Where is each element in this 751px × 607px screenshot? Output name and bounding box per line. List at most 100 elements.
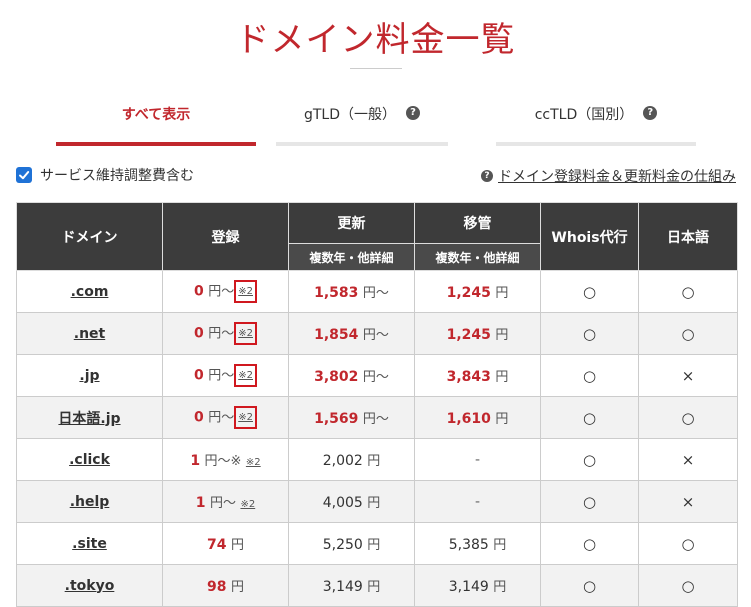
footnote-link[interactable]: ※2 <box>234 406 257 429</box>
renew-price-cell: 3,802 円〜 <box>288 354 415 397</box>
whois-availability: ○ <box>582 450 597 469</box>
domain-link[interactable]: .tokyo <box>65 578 115 594</box>
table-row: .net 0 円〜 ※2 1,854 円〜 1,245 円 ○ ○ <box>16 312 738 355</box>
whois-availability: ○ <box>582 534 597 553</box>
transfer-price: - <box>474 493 481 510</box>
header-renew-details-link[interactable]: 複数年・他詳細 <box>288 243 415 271</box>
renew-price-cell: 2,002 円 <box>288 438 415 481</box>
renew-price: 3,149 <box>322 579 363 595</box>
renew-price: 2,002 <box>322 453 363 469</box>
domain-cell: .jp <box>16 354 163 397</box>
transfer-unit: 円 <box>493 580 507 595</box>
renew-price-cell: 4,005 円 <box>288 480 415 523</box>
renew-unit: 円 <box>367 454 381 469</box>
transfer-price: 1,245 <box>446 327 491 343</box>
footnote-link[interactable]: ※2 <box>234 364 257 387</box>
japanese-cell: ○ <box>638 564 738 607</box>
renew-unit: 円〜 <box>362 286 389 301</box>
tab-underline <box>496 142 696 146</box>
domain-link[interactable]: .net <box>74 326 105 342</box>
renew-price-cell: 3,149 円 <box>288 564 415 607</box>
header-whois: Whois代行 <box>540 202 639 271</box>
service-fee-option[interactable]: サービス維持調整費含む <box>16 165 194 185</box>
register-price: 98 <box>207 579 227 595</box>
whois-cell: ○ <box>540 270 639 313</box>
domain-cell: .com <box>16 270 163 313</box>
renew-price: 1,569 <box>314 411 359 427</box>
footnote-link[interactable]: ※2 <box>246 457 261 468</box>
japanese-cell: × <box>638 438 738 481</box>
pricing-help-link-label: ドメイン登録料金＆更新料金の仕組み <box>498 169 736 185</box>
domain-link[interactable]: .site <box>72 536 107 552</box>
domain-link[interactable]: .help <box>70 494 110 510</box>
transfer-price: - <box>474 451 481 468</box>
question-icon[interactable]: ? <box>406 106 421 120</box>
header-transfer: 移管 <box>414 202 541 244</box>
renew-price-cell: 1,854 円〜 <box>288 312 415 355</box>
japanese-cell: ○ <box>638 522 738 565</box>
whois-cell: ○ <box>540 480 639 523</box>
register-price-cell: 74 円 <box>162 522 289 565</box>
table-row: .tokyo 98 円 3,149 円 3,149 円 ○ ○ <box>16 564 738 607</box>
renew-unit: 円〜 <box>362 328 389 343</box>
register-price: 1 <box>190 453 201 469</box>
domain-cell: .help <box>16 480 163 523</box>
register-price-cell: 1 円〜※ ※2 <box>162 438 289 481</box>
japanese-cell: × <box>638 354 738 397</box>
renew-price: 1,854 <box>314 327 359 343</box>
tab-0[interactable]: すべて表示 <box>56 104 256 146</box>
register-price: 0 <box>194 283 204 300</box>
table-row: .com 0 円〜 ※2 1,583 円〜 1,245 円 ○ ○ <box>16 270 738 313</box>
transfer-price-cell: 3,149 円 <box>414 564 541 607</box>
japanese-availability: × <box>681 366 695 385</box>
register-price: 74 <box>207 537 227 553</box>
transfer-price: 3,149 <box>448 579 489 595</box>
register-price-cell: 1 円〜 ※2 <box>162 480 289 523</box>
japanese-availability: ○ <box>681 324 695 343</box>
footnote-link[interactable]: ※2 <box>240 499 255 510</box>
tab-label: ccTLD（国別） <box>534 107 634 123</box>
renew-unit: 円 <box>367 496 381 511</box>
domain-link[interactable]: .com <box>71 284 109 300</box>
domain-link[interactable]: 日本語.jp <box>58 411 120 427</box>
header-transfer-details-link[interactable]: 複数年・他詳細 <box>414 243 541 271</box>
register-price-cell: 98 円 <box>162 564 289 607</box>
question-icon[interactable]: ? <box>643 106 658 120</box>
japanese-availability: × <box>681 492 695 511</box>
japanese-availability: × <box>681 450 695 469</box>
domain-link[interactable]: .click <box>69 452 110 468</box>
tab-underline <box>276 142 448 146</box>
transfer-price-cell: 1,245 円 <box>414 312 541 355</box>
register-unit: 円〜 <box>208 326 235 342</box>
whois-availability: ○ <box>582 408 597 427</box>
header-renew: 更新 <box>288 202 415 244</box>
transfer-unit: 円 <box>495 412 509 427</box>
table-row: .click 1 円〜※ ※2 2,002 円 - ○ × <box>16 438 738 481</box>
transfer-price: 1,245 <box>446 285 491 301</box>
pricing-help-link[interactable]: ? ドメイン登録料金＆更新料金の仕組み <box>481 166 736 186</box>
transfer-unit: 円 <box>495 370 509 385</box>
register-unit: 円〜 <box>209 496 236 511</box>
tab-1[interactable]: gTLD（一般）? <box>276 104 448 146</box>
register-price-cell: 0 円〜 ※2 <box>162 312 289 355</box>
domain-link[interactable]: .jp <box>79 368 99 384</box>
title-divider <box>350 68 402 69</box>
transfer-price: 5,385 <box>448 537 489 553</box>
renew-price-cell: 1,583 円〜 <box>288 270 415 313</box>
register-price: 0 <box>194 367 204 384</box>
transfer-price-cell: 1,245 円 <box>414 270 541 313</box>
japanese-cell: × <box>638 480 738 523</box>
footnote-link[interactable]: ※2 <box>234 322 257 345</box>
transfer-unit: 円 <box>495 286 509 301</box>
footnote-link[interactable]: ※2 <box>234 280 257 303</box>
register-price: 0 <box>194 409 204 426</box>
service-fee-checkbox[interactable] <box>16 167 32 183</box>
checkmark-icon <box>19 171 30 180</box>
renew-unit: 円〜 <box>362 370 389 385</box>
register-unit: 円 <box>230 580 244 595</box>
domain-price-table: ドメイン 登録 更新 移管 Whois代行 日本語 複数年・他詳細 複数年・他詳… <box>16 202 738 607</box>
tab-2[interactable]: ccTLD（国別）? <box>496 104 696 146</box>
whois-cell: ○ <box>540 396 639 439</box>
renew-unit: 円 <box>367 580 381 595</box>
header-register: 登録 <box>162 202 289 271</box>
